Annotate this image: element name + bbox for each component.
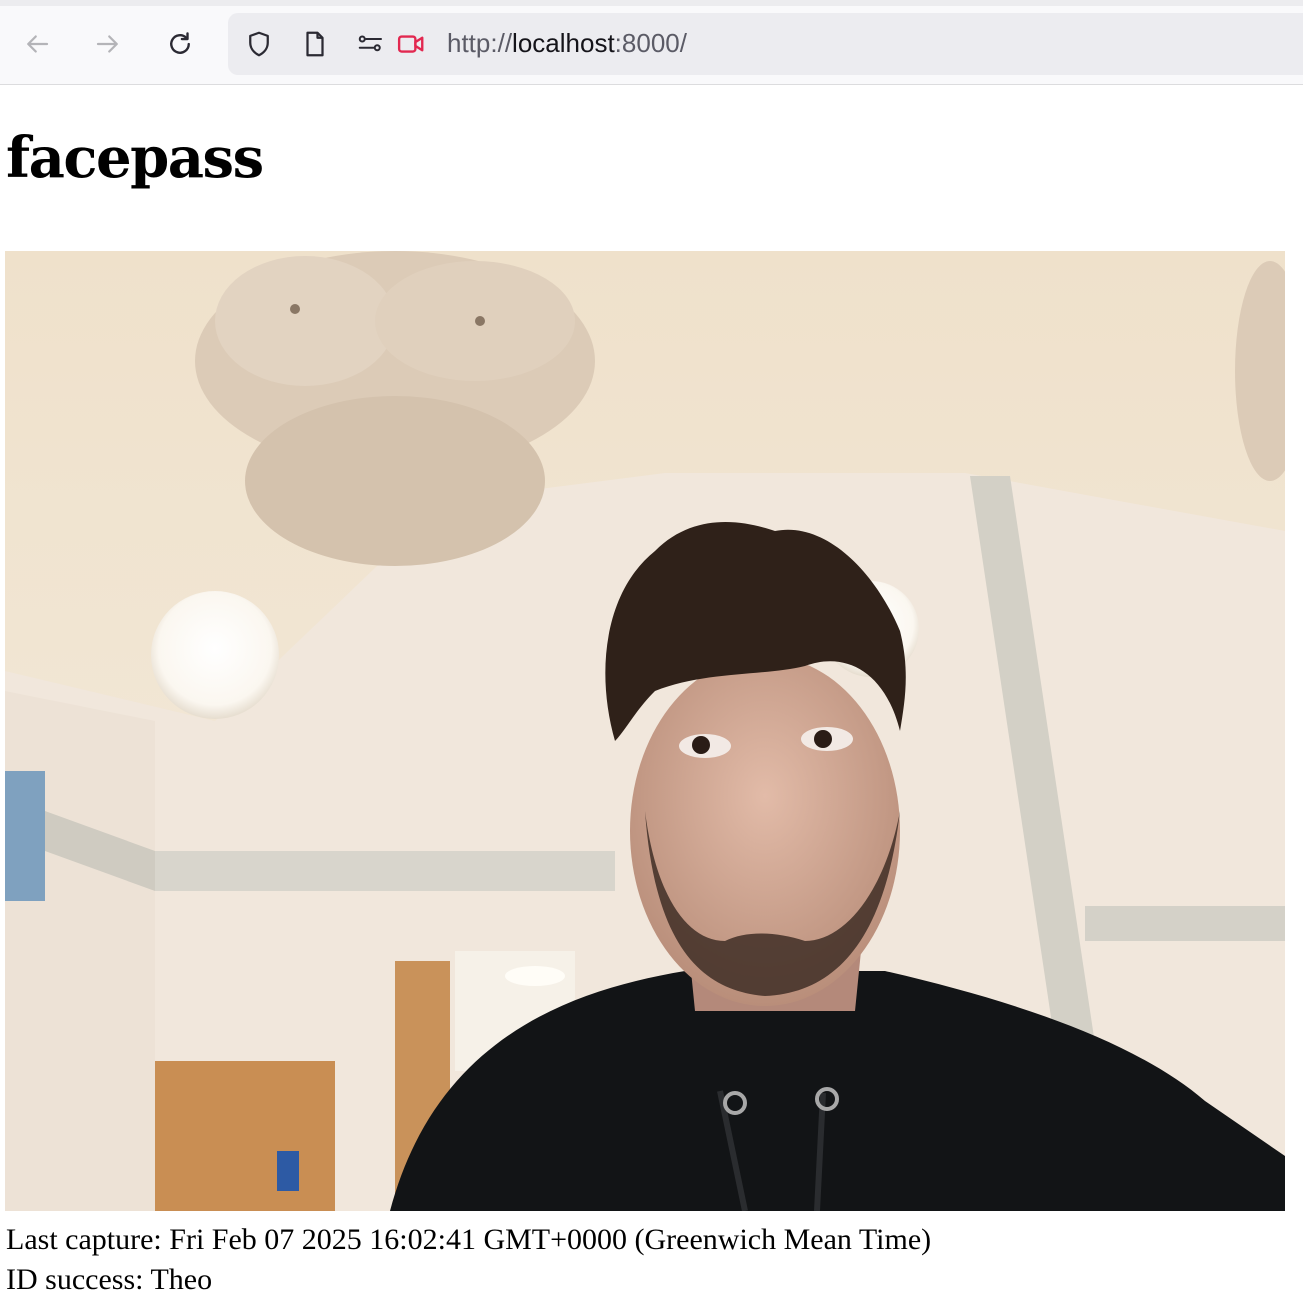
shield-icon <box>249 31 269 57</box>
pendant-lamp <box>151 591 279 719</box>
back-arrow-icon <box>27 35 49 53</box>
id-success-label: ID success: <box>6 1263 144 1296</box>
back-button[interactable] <box>15 22 59 66</box>
url-host: localhost <box>512 28 615 58</box>
url-scheme: http:// <box>447 28 513 58</box>
reload-icon <box>170 32 190 54</box>
reload-button[interactable] <box>158 22 202 66</box>
page-title: facepass <box>6 125 264 191</box>
site-info-button[interactable] <box>298 27 332 61</box>
tracking-protection-button[interactable] <box>242 27 276 61</box>
id-success-line: ID success: Theo <box>6 1265 212 1295</box>
page-icon <box>306 31 324 57</box>
permissions-icon <box>358 35 382 52</box>
forward-arrow-icon <box>96 35 118 53</box>
camera-in-use-icon <box>397 35 424 53</box>
last-capture-label: Last capture: <box>6 1223 162 1256</box>
url-text[interactable]: http://localhost:8000/ <box>447 28 687 59</box>
identified-name: Theo <box>150 1263 213 1296</box>
tab-strip-edge <box>0 0 1303 6</box>
webcam-capture-image <box>5 251 1285 1211</box>
url-rest: :8000/ <box>614 28 687 58</box>
address-bar[interactable]: http://localhost:8000/ <box>228 13 1303 75</box>
last-capture-time: Fri Feb 07 2025 16:02:41 GMT+0000 (Green… <box>169 1223 932 1256</box>
browser-toolbar: http://localhost:8000/ <box>0 0 1303 85</box>
last-capture-line: Last capture: Fri Feb 07 2025 16:02:41 G… <box>6 1225 931 1255</box>
permissions-button[interactable] <box>354 27 388 61</box>
camera-indicator-button[interactable] <box>394 27 428 61</box>
forward-button[interactable] <box>86 22 130 66</box>
